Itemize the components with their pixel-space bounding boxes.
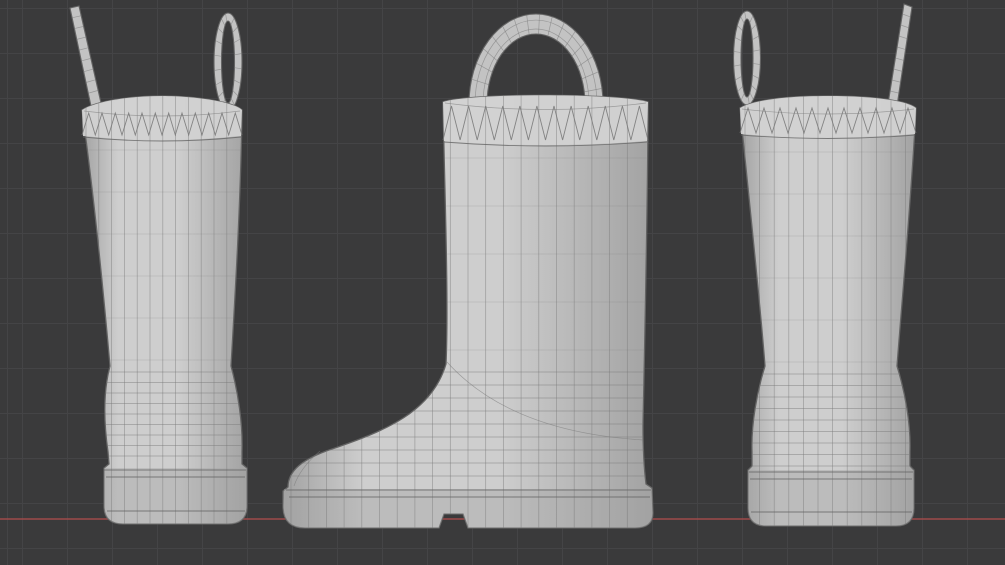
viewport-canvas[interactable] (0, 0, 1005, 565)
boot-rim-band (443, 95, 648, 145)
boot-body (739, 95, 917, 527)
handle-strap (887, 3, 913, 107)
handle-loop (213, 12, 243, 112)
boot-rim-band (82, 96, 242, 140)
boot-sole (748, 470, 914, 526)
boot-side-view-object[interactable] (282, 13, 654, 530)
boot-back-view-object[interactable] (69, 5, 248, 528)
viewport-scene (0, 3, 1005, 530)
boot-body (81, 95, 248, 525)
handle-arch (468, 13, 604, 105)
boot-front-view-object[interactable] (732, 3, 921, 528)
handle-loop (732, 10, 762, 106)
